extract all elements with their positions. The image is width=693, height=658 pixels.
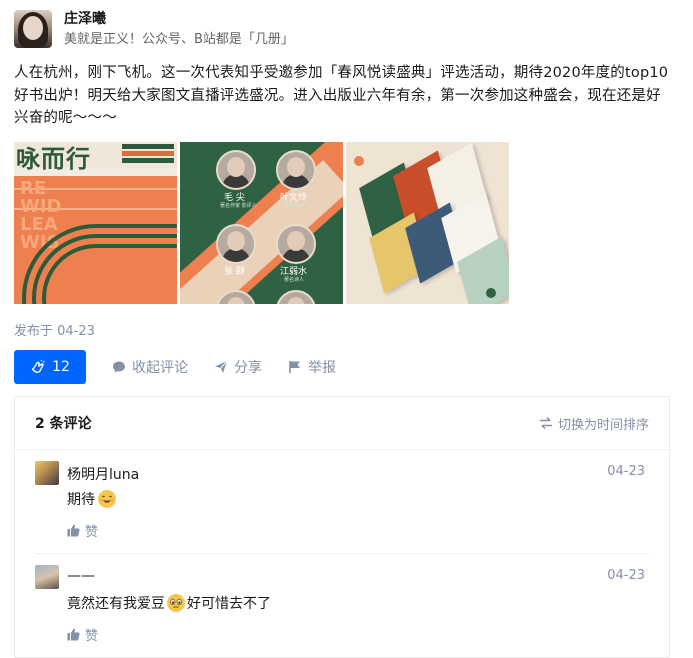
commenter-avatar[interactable] bbox=[35, 461, 59, 485]
collapse-comments-button[interactable]: 收起评论 bbox=[112, 357, 188, 377]
post-text: 人在杭州，刚下飞机。这一次代表知乎受邀参加「春风悦读盛典」评选活动，期待2020… bbox=[14, 65, 669, 126]
commenter-name[interactable]: 杨明月luna bbox=[67, 464, 139, 484]
guest-name: 张 颐 bbox=[224, 267, 245, 277]
report-label: 举报 bbox=[308, 360, 336, 376]
post-header: 庄泽曦 美就是正义！公众号、B站都是「几册」 bbox=[14, 10, 294, 50]
vote-count: 12 bbox=[52, 359, 70, 375]
collapse-comments-label: 收起评论 bbox=[132, 360, 188, 376]
author-info: 庄泽曦 美就是正义！公众号、B站都是「几册」 bbox=[64, 10, 294, 50]
comment-text-part: 期待 bbox=[67, 492, 95, 508]
comment-text-part: 好可惜去不了 bbox=[187, 596, 271, 612]
thumbs-up-icon bbox=[67, 628, 80, 641]
vote-button[interactable]: 12 bbox=[14, 350, 86, 384]
post-image-2[interactable]: 毛 尖 著名作家 影评人 叶文玲 著名作家 张 颐 江弱水 著名诗人 bbox=[180, 142, 343, 304]
guest-photo bbox=[216, 150, 256, 190]
commenter-name[interactable]: —— bbox=[67, 568, 95, 584]
sort-label: 切换为时间排序 bbox=[557, 417, 649, 433]
sort-toggle[interactable]: 切换为时间排序 bbox=[539, 414, 649, 433]
thumbs-up-icon bbox=[67, 524, 80, 537]
post-image-1[interactable]: 咏而行 RE WID LEA WIS bbox=[14, 142, 177, 304]
flag-icon bbox=[289, 361, 300, 373]
publish-time: 发布于 04-23 bbox=[14, 324, 95, 339]
commenter-avatar[interactable] bbox=[35, 565, 59, 589]
comment-time: 04-23 bbox=[607, 464, 645, 479]
share-button[interactable]: 分享 bbox=[214, 357, 262, 377]
comment-icon bbox=[113, 361, 125, 373]
report-button[interactable]: 举报 bbox=[288, 357, 336, 377]
post-images: 咏而行 RE WID LEA WIS 毛 尖 著名作家 影评人 叶文玲 著名作家… bbox=[14, 142, 509, 304]
share-label: 分享 bbox=[234, 360, 262, 376]
comments-header: 2 条评论 切换为时间排序 bbox=[15, 397, 669, 450]
like-label: 赞 bbox=[85, 525, 99, 540]
comments-panel: 2 条评论 切换为时间排序 杨明月luna 04-23 期待 赞 —— 04-2… bbox=[14, 396, 670, 658]
image-title-text: 咏而行 bbox=[16, 145, 91, 173]
guest-title: 著名作家 影评人 bbox=[220, 203, 257, 209]
guest-title: 著名作家 bbox=[284, 203, 305, 209]
sad-emoji-icon bbox=[166, 593, 186, 613]
comment-time: 04-23 bbox=[607, 568, 645, 583]
guest-photo bbox=[276, 290, 316, 304]
share-icon bbox=[215, 360, 228, 373]
comment-count: 2 条评论 bbox=[35, 416, 92, 432]
post-image-3[interactable] bbox=[346, 142, 509, 304]
comment-divider bbox=[35, 553, 649, 554]
guest-title: 著名诗人 bbox=[284, 277, 305, 283]
swap-icon bbox=[539, 416, 552, 430]
action-bar: 12 收起评论 分享 举报 bbox=[14, 350, 336, 384]
grin-emoji-icon bbox=[97, 489, 117, 509]
author-bio: 美就是正义！公众号、B站都是「几册」 bbox=[64, 32, 294, 47]
like-label: 赞 bbox=[85, 629, 99, 644]
guest-photo bbox=[276, 224, 316, 264]
comment-text-part: 竟然还有我爱豆 bbox=[67, 596, 165, 612]
comment-text: 期待 bbox=[67, 489, 117, 509]
event-badge bbox=[122, 144, 174, 166]
like-button[interactable]: 赞 bbox=[67, 625, 98, 644]
author-name[interactable]: 庄泽曦 bbox=[64, 10, 294, 28]
clap-icon bbox=[32, 359, 45, 374]
like-button[interactable]: 赞 bbox=[67, 521, 98, 540]
guest-photo bbox=[216, 224, 256, 264]
guest-photo bbox=[276, 150, 316, 190]
author-avatar[interactable] bbox=[14, 10, 52, 48]
comment-text: 竟然还有我爱豆 好可惜去不了 bbox=[67, 593, 271, 613]
